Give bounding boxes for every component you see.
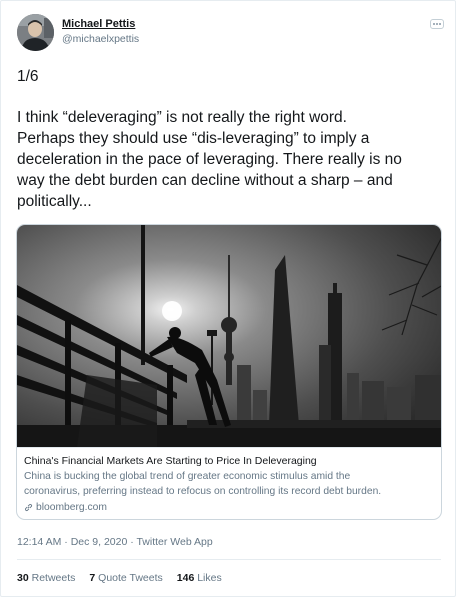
card-description-line: coronavirus, preferring instead to refoc… — [24, 486, 382, 497]
link-icon — [24, 503, 33, 512]
author-name[interactable]: Michael Pettis — [62, 18, 135, 30]
link-preview-card[interactable]: China's Financial Markets Are Starting t… — [16, 224, 442, 520]
avatar[interactable] — [17, 14, 54, 51]
quote-tweets-count: 7 — [89, 572, 96, 584]
card-domain[interactable]: bloomberg.com — [24, 502, 107, 513]
quote-tweets-stat[interactable]: 7 Quote Tweets — [89, 572, 162, 584]
quote-tweets-label: Quote Tweets — [98, 572, 163, 584]
retweets-label: Retweets — [31, 572, 76, 584]
retweets-count: 30 — [17, 572, 29, 584]
more-dot — [439, 23, 441, 25]
more-dot — [433, 23, 435, 25]
tweet-line: way the debt burden can decline without … — [17, 172, 393, 189]
tweet-line: I think “deleveraging” is not really the… — [17, 109, 347, 126]
likes-label: Likes — [197, 572, 222, 584]
likes-count: 146 — [176, 572, 195, 584]
tweet-timestamp[interactable]: 12:14 AM · Dec 9, 2020 · Twitter Web App — [17, 536, 213, 548]
card-domain-text: bloomberg.com — [36, 502, 107, 513]
retweets-stat[interactable]: 30 Retweets — [17, 572, 75, 584]
likes-stat[interactable]: 146 Likes — [177, 572, 222, 584]
article-image — [17, 225, 441, 447]
card-description-line: China is bucking the global trend of gre… — [24, 471, 351, 482]
tweet-card: Michael Pettis @michaelxpettis 1/6 I thi… — [0, 0, 456, 597]
tweet-counter: 1/6 — [17, 68, 39, 85]
author-handle[interactable]: @michaelxpettis — [62, 33, 139, 45]
card-title[interactable]: China's Financial Markets Are Starting t… — [24, 455, 317, 467]
more-options-icon[interactable] — [430, 19, 444, 29]
card-divider — [17, 447, 441, 448]
tweet-line: deceleration in the pace of leveraging. … — [17, 151, 402, 168]
avatar-image — [17, 14, 54, 51]
more-dot — [436, 23, 438, 25]
tweet-line: politically... — [17, 193, 92, 210]
divider — [17, 559, 441, 560]
tweet-stats: 30 Retweets 7 Quote Tweets 146 Likes — [17, 572, 222, 584]
tweet-line: Perhaps they should use “dis-leveraging”… — [17, 130, 370, 147]
